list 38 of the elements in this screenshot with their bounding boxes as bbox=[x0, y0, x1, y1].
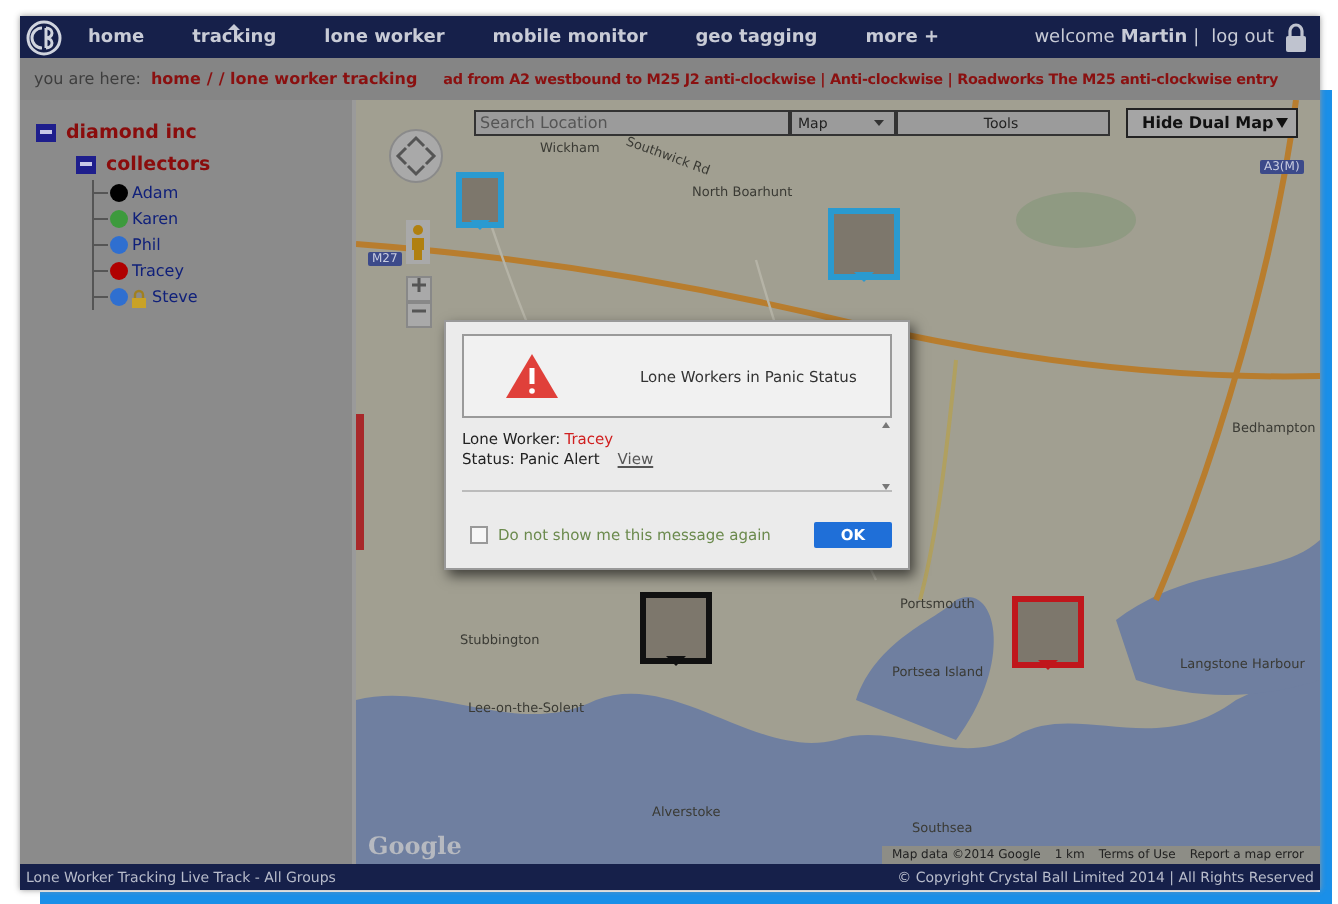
welcome-text: welcome bbox=[1034, 27, 1115, 47]
worker-name[interactable]: Tracey bbox=[132, 262, 184, 280]
panel-collapse-handle[interactable] bbox=[356, 414, 364, 550]
nav-link[interactable]: mobile monitor bbox=[468, 27, 672, 47]
breadcrumb-label: you are here: bbox=[34, 70, 141, 88]
user-name: Martin bbox=[1120, 27, 1188, 47]
worker-name[interactable]: Karen bbox=[132, 210, 179, 228]
dual-map-select[interactable]: Hide Dual Map bbox=[1126, 108, 1298, 138]
plus-icon bbox=[412, 278, 426, 292]
group-name[interactable]: collectors bbox=[106, 153, 211, 175]
scroll-up-icon bbox=[882, 422, 890, 428]
logout-link[interactable]: log out bbox=[1211, 27, 1274, 47]
nav-link[interactable]: geo tagging bbox=[671, 27, 842, 47]
map-logo: Google bbox=[368, 832, 462, 860]
worker-name[interactable]: Adam bbox=[132, 184, 179, 202]
breadcrumb-link[interactable]: / bbox=[206, 70, 213, 88]
warning-icon bbox=[504, 352, 560, 400]
zoom-out-button[interactable] bbox=[406, 302, 432, 328]
caret-icon bbox=[1276, 118, 1288, 128]
collapse-toggle[interactable] bbox=[76, 155, 96, 173]
separator: | bbox=[1193, 27, 1200, 47]
worker-name[interactable]: Steve bbox=[152, 288, 198, 306]
nav-link[interactable]: lone worker bbox=[300, 27, 469, 47]
breadcrumb-link[interactable]: / lone worker tracking bbox=[218, 70, 418, 88]
minus-icon bbox=[412, 304, 426, 318]
checkbox[interactable] bbox=[470, 526, 488, 544]
pan-control-icon[interactable] bbox=[388, 128, 444, 184]
group-name[interactable]: diamond inc bbox=[66, 121, 197, 143]
search-field[interactable]: Search Location bbox=[474, 110, 790, 136]
caret-icon bbox=[874, 120, 884, 126]
nav-link[interactable]: more + bbox=[841, 27, 964, 47]
scroll-down-icon bbox=[882, 484, 890, 490]
lock-icon bbox=[1284, 22, 1308, 52]
zoom-in-button[interactable] bbox=[406, 276, 432, 302]
worker-name[interactable]: Phil bbox=[132, 236, 161, 254]
collapse-toggle[interactable] bbox=[36, 123, 56, 141]
nav-link[interactable]: home bbox=[64, 27, 169, 47]
breadcrumb-link[interactable]: home bbox=[150, 70, 201, 88]
